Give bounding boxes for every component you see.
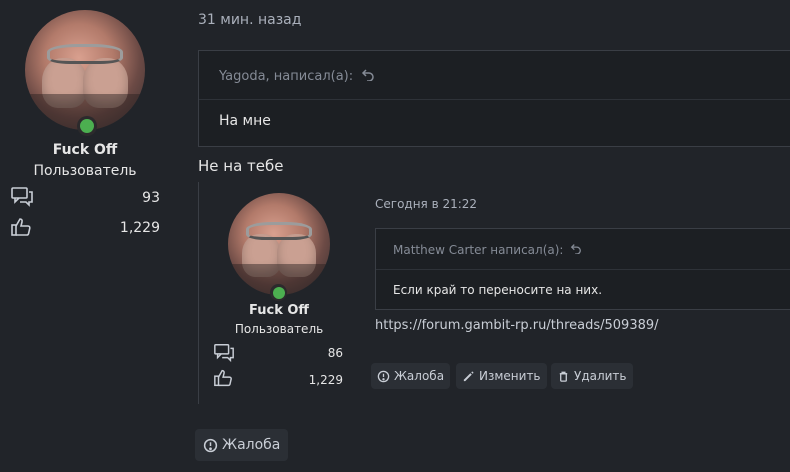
edit-label: Изменить — [479, 369, 541, 383]
quote-header: Yagoda, написал(а): — [219, 67, 375, 85]
avatar-cuff — [46, 43, 124, 64]
embedded-reply-arrow-icon[interactable] — [570, 242, 582, 257]
embedded-likes-count: 1,229 — [308, 373, 343, 387]
embedded-like-icon — [213, 367, 235, 389]
author-role: Пользователь — [33, 163, 137, 179]
report-button-icon — [203, 438, 218, 453]
messages-count: 93 — [142, 190, 160, 206]
author-name[interactable]: Fuck Off — [20, 142, 150, 158]
reply-arrow-icon[interactable] — [361, 67, 375, 85]
messages-icon — [10, 185, 34, 209]
edit-icon — [462, 370, 475, 383]
embedded-avatar-cuff — [246, 221, 312, 240]
embedded-quote-block: Matthew Carter написал(а): Если край то … — [375, 228, 790, 310]
post-body: Не на тебе — [198, 157, 284, 175]
embedded-messages-icon — [213, 342, 235, 364]
delete-icon — [557, 370, 570, 383]
author-avatar[interactable] — [25, 10, 145, 130]
embedded-report-label: Жалоба — [394, 369, 445, 383]
embedded-online-status-icon — [270, 284, 287, 301]
delete-button[interactable]: Удалить — [551, 363, 633, 389]
embedded-quote-author[interactable]: Matthew Carter написал(а): — [393, 243, 563, 257]
thread-link[interactable]: https://forum.gambit-rp.ru/threads/50938… — [375, 318, 659, 333]
embedded-messages-count: 86 — [327, 346, 343, 360]
embedded-quote-divider — [376, 269, 790, 270]
embedded-report-button[interactable]: Жалоба — [371, 363, 451, 389]
report-button[interactable]: Жалоба — [195, 429, 289, 461]
report-label: Жалоба — [222, 437, 281, 453]
quote-divider — [199, 99, 790, 100]
embedded-post-time[interactable]: Сегодня в 21:22 — [375, 197, 477, 211]
online-status-icon — [77, 116, 97, 136]
embedded-author-name[interactable]: Fuck Off — [214, 303, 344, 318]
edit-button[interactable]: Изменить — [456, 363, 547, 389]
embedded-quote-text: Если край то переносите на них. — [393, 283, 603, 297]
quote-text: На мне — [219, 113, 271, 129]
like-icon — [10, 215, 34, 239]
post-time[interactable]: 31 мин. назад — [198, 12, 301, 28]
embedded-left-border — [198, 182, 199, 404]
embedded-author-role: Пользователь — [234, 322, 324, 336]
likes-count: 1,229 — [119, 220, 160, 236]
embedded-quote-header: Matthew Carter написал(а): — [393, 242, 582, 257]
embedded-avatar[interactable] — [228, 193, 330, 295]
report-icon — [377, 370, 390, 383]
quote-block: Yagoda, написал(а): На мне — [198, 50, 790, 147]
delete-label: Удалить — [574, 369, 627, 383]
quote-author[interactable]: Yagoda, написал(а): — [219, 69, 353, 84]
